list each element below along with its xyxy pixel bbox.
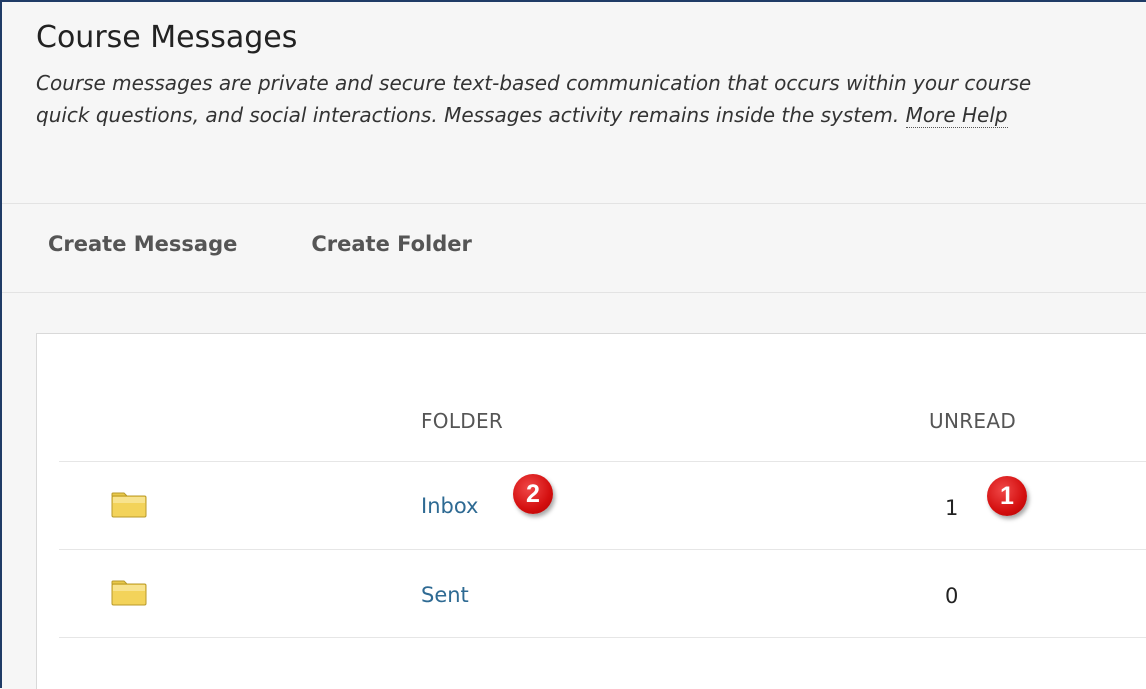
more-help-link[interactable]: More Help — [905, 103, 1008, 128]
page-description: Course messages are private and secure t… — [36, 67, 1146, 131]
row-divider — [59, 549, 1146, 550]
create-folder-button[interactable]: Create Folder — [311, 232, 472, 256]
window-frame-top — [0, 0, 1146, 2]
folder-icon — [111, 580, 147, 606]
toolbar-divider — [2, 292, 1146, 293]
folder-icon — [111, 492, 147, 518]
annotation-marker-1: 1 — [987, 476, 1027, 516]
page-title: Course Messages — [36, 20, 298, 55]
description-line-1: Course messages are private and secure t… — [36, 71, 1032, 95]
description-line-2-text: quick questions, and social interactions… — [36, 103, 900, 127]
header-divider — [2, 203, 1146, 204]
folder-link-sent[interactable]: Sent — [421, 583, 469, 607]
header-row-divider — [59, 461, 1146, 462]
column-header-unread[interactable]: UNREAD — [929, 409, 1016, 433]
annotation-marker-2: 2 — [513, 474, 553, 514]
description-line-2: quick questions, and social interactions… — [36, 99, 1146, 131]
row-divider — [59, 637, 1146, 638]
column-header-folder[interactable]: FOLDER — [421, 409, 503, 433]
action-toolbar: Create Message Create Folder — [48, 232, 472, 256]
window-frame-left — [0, 0, 2, 688]
folder-link-inbox[interactable]: Inbox — [421, 494, 478, 518]
create-message-button[interactable]: Create Message — [48, 232, 237, 256]
page-header: Course Messages Course messages are priv… — [36, 20, 1146, 131]
unread-count-inbox: 1 — [945, 496, 959, 520]
folders-table: FOLDER UNREAD Inbox 1 Sent 0 2 1 — [36, 333, 1146, 689]
unread-count-sent: 0 — [945, 584, 959, 608]
